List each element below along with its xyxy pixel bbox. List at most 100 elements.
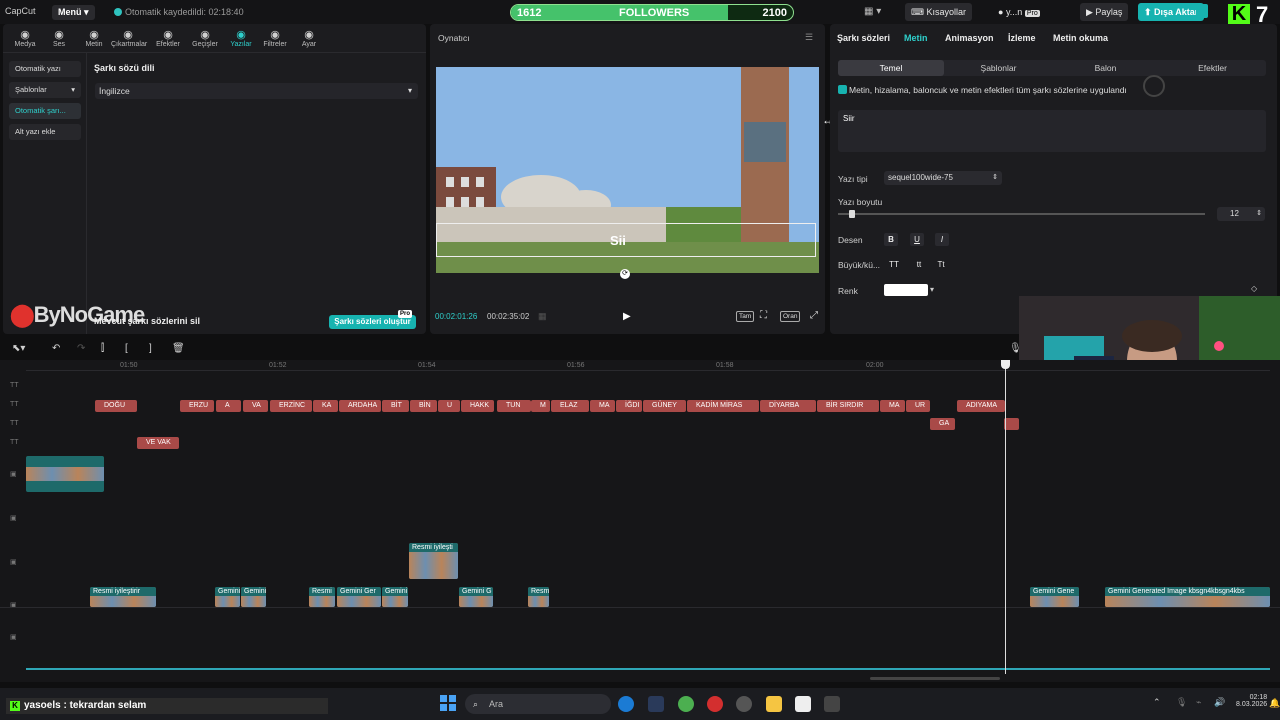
select-tool-icon[interactable]: ⬉▾ <box>12 343 25 354</box>
language-select[interactable]: İngilizce ▾ <box>95 83 418 99</box>
text-clip[interactable]: ADIYAMA <box>957 400 1005 412</box>
text-clip[interactable]: BİT <box>382 400 409 412</box>
pro-icon[interactable] <box>1196 4 1208 18</box>
image-clip[interactable]: Gemini <box>215 587 240 607</box>
volume-icon[interactable]: 🔊 <box>1214 697 1225 708</box>
shortcuts-button[interactable]: ⌨ Kısayollar <box>905 3 973 21</box>
text-clip[interactable]: VE VAK <box>137 437 179 449</box>
taskbar-clock[interactable]: 02:18 8.03.2026 <box>1236 694 1267 708</box>
fullscreen-mode-button[interactable]: Tam <box>736 311 755 322</box>
image-clip[interactable]: Gemini G <box>459 587 493 607</box>
network-icon[interactable]: ⌁ <box>1196 697 1201 708</box>
text-clip[interactable]: DOĞU <box>95 400 137 412</box>
image-clip[interactable]: Gemini Ger <box>337 587 381 607</box>
delete-lyrics-checkbox[interactable]: Mevcut şarkı sözlerini sil <box>94 316 200 326</box>
layout-icon[interactable]: ▦ ▾ <box>864 6 881 17</box>
rotate-handle-icon[interactable]: ⟳ <box>620 269 630 279</box>
tool-media[interactable]: ◉ Medya <box>8 28 42 48</box>
image-clip[interactable]: Resmi <box>309 587 335 607</box>
image-clip[interactable]: Resm <box>528 587 549 607</box>
menu-button[interactable]: Menü ▾ <box>52 5 95 20</box>
text-clip[interactable]: GA <box>930 418 955 430</box>
text-color-picker[interactable] <box>884 284 928 296</box>
subtab-templates[interactable]: Şablonlar <box>945 60 1052 76</box>
text-clip[interactable] <box>1004 418 1019 430</box>
tool-captions[interactable]: ◉ Yazılar <box>224 28 258 48</box>
size-slider[interactable] <box>838 213 1205 215</box>
image-clip[interactable]: Resmi iyileşti <box>409 543 458 579</box>
tool-filters[interactable]: ◉ Filtreler <box>258 28 292 48</box>
chevron-down-icon[interactable]: ▾ <box>930 285 934 294</box>
delete-icon[interactable]: 🗑 <box>172 343 185 354</box>
image-clip[interactable]: Gemini <box>241 587 266 607</box>
steam-icon[interactable] <box>648 696 664 712</box>
timeline-scrollbar[interactable] <box>870 677 1000 680</box>
tool-adjust[interactable]: ◉ Ayar <box>292 28 326 48</box>
split-left-icon[interactable]: [ <box>125 343 128 354</box>
text-clip[interactable]: KA <box>313 400 338 412</box>
playhead-handle[interactable] <box>1001 360 1010 369</box>
apply-all-checkbox[interactable] <box>838 85 847 94</box>
size-slider-handle[interactable] <box>849 210 855 218</box>
tray-chevron-icon[interactable]: ⌃ <box>1153 697 1161 708</box>
bold-button[interactable]: B <box>884 233 898 246</box>
case-title-button[interactable]: Tt <box>932 258 950 271</box>
share-button[interactable]: ▶ Paylaş <box>1080 3 1129 21</box>
chrome-icon[interactable] <box>678 696 694 712</box>
font-select[interactable]: sequel100wide-75 ⇕ <box>884 171 1002 185</box>
ratio-button[interactable]: Oran <box>780 311 801 322</box>
tool-transitions[interactable]: ◉ Geçişler <box>188 28 222 48</box>
timecode-icon[interactable]: ▦ <box>538 311 547 322</box>
play-button[interactable]: ▶ <box>623 311 631 322</box>
sidenav-add-subtitle[interactable]: Alt yazı ekle <box>9 124 81 140</box>
redo-icon[interactable]: ↷ <box>77 343 85 354</box>
tab-tracking[interactable]: İzleme <box>1008 33 1036 43</box>
case-upper-button[interactable]: TT <box>885 258 903 271</box>
stepper-icon[interactable]: ⇕ <box>1256 207 1262 221</box>
text-clip[interactable]: A <box>216 400 241 412</box>
mic-tray-icon[interactable]: 🎙 <box>1176 697 1187 708</box>
app-icon[interactable] <box>824 696 840 712</box>
tab-text[interactable]: Metin <box>904 33 928 43</box>
text-clip[interactable]: BİR SIRDIR <box>817 400 879 412</box>
tab-animation[interactable]: Animasyon <box>945 33 994 43</box>
text-clip[interactable]: UR <box>906 400 930 412</box>
text-clip[interactable]: HAKK <box>461 400 494 412</box>
image-clip[interactable]: Resmi iyileştirir <box>90 587 156 607</box>
taskbar-search[interactable]: ⌕ Ara <box>465 694 611 714</box>
tool-sticker[interactable]: ◉ Çıkartmalar <box>111 28 147 48</box>
text-clip[interactable]: ERZU <box>180 400 214 412</box>
keyframe-icon[interactable]: ◇ <box>1251 284 1257 293</box>
text-clip[interactable]: GÜNEY <box>643 400 686 412</box>
user-menu[interactable]: ● y...n Pro <box>992 3 1046 21</box>
edge-icon[interactable] <box>618 696 634 712</box>
playhead[interactable] <box>1005 362 1006 674</box>
text-clip[interactable]: MA <box>590 400 615 412</box>
text-clip[interactable]: İĞDI <box>616 400 642 412</box>
capcut-icon[interactable] <box>795 696 811 712</box>
case-lower-button[interactable]: tt <box>910 258 928 271</box>
italic-button[interactable]: I <box>935 233 949 246</box>
video-clip[interactable] <box>26 456 104 492</box>
export-button[interactable]: ⬆ Dışa Aktar <box>1138 3 1205 21</box>
windows-start-icon[interactable] <box>440 695 456 711</box>
split-icon[interactable]: ⫿ <box>101 343 104 354</box>
text-bounding-box[interactable] <box>436 223 816 257</box>
image-clip[interactable]: Gemini Gene <box>1030 587 1079 607</box>
subtab-effects[interactable]: Efektler <box>1159 60 1266 76</box>
sidenav-auto-lyrics[interactable]: Otomatik şarı... <box>9 103 81 119</box>
text-clip[interactable]: ERZİNC <box>270 400 312 412</box>
text-clip[interactable]: ELAZ <box>551 400 589 412</box>
size-input[interactable]: 12 ⇕ <box>1217 207 1265 221</box>
tab-text-to-speech[interactable]: Metin okuma <box>1053 33 1108 43</box>
microphone-icon[interactable]: 🎙 <box>1009 343 1022 354</box>
subtab-bubble[interactable]: Balon <box>1052 60 1159 76</box>
text-clip[interactable]: U <box>438 400 460 412</box>
video-preview[interactable]: Sii <box>436 67 819 273</box>
text-clip[interactable]: BİN <box>410 400 437 412</box>
underline-button[interactable]: U <box>910 233 924 246</box>
split-right-icon[interactable]: ] <box>149 343 152 354</box>
text-clip[interactable]: KADİM MİRAS <box>687 400 759 412</box>
expand-icon[interactable]: ⤢ <box>810 310 818 321</box>
video-overlay-text[interactable]: Sii <box>610 233 626 248</box>
